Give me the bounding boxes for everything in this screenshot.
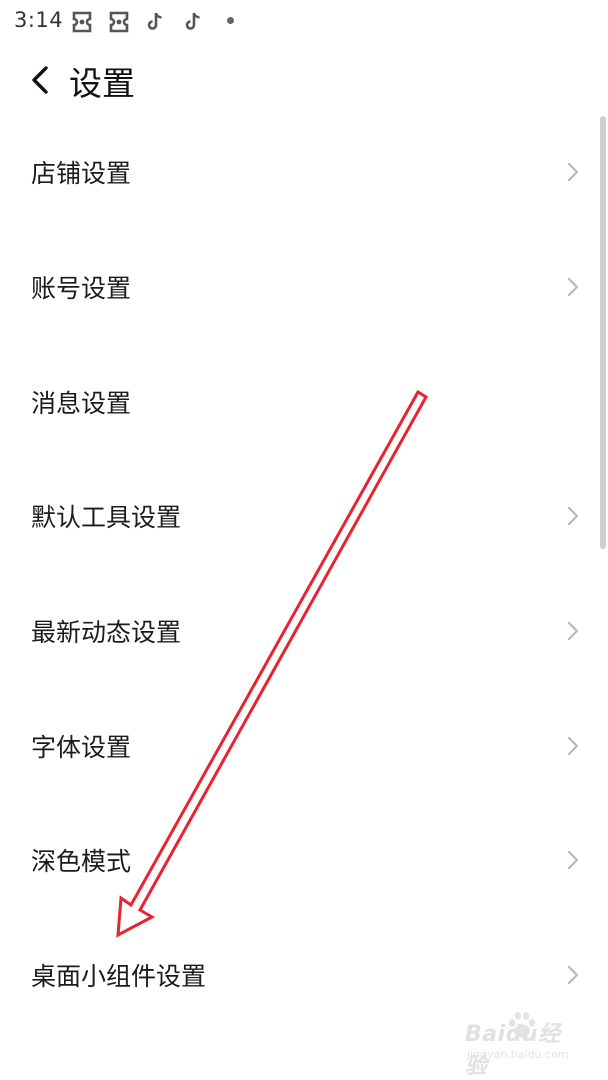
chevron-right-icon — [568, 622, 578, 641]
status-bar: 3:14 — [0, 0, 608, 44]
chevron-right-icon — [568, 736, 578, 755]
scrollbar[interactable] — [600, 116, 606, 549]
notification-dot-icon — [227, 17, 234, 24]
page-title: 设置 — [69, 64, 135, 103]
chevron-right-icon — [568, 966, 578, 985]
baidu-watermark: Baidu经验 jingyan.baidu.com — [465, 1010, 580, 1079]
settings-item-label: 桌面小组件设置 — [31, 962, 207, 992]
settings-item-font[interactable]: 字体设置 — [0, 688, 608, 803]
tiktok-icon — [185, 12, 203, 36]
watermark-url: jingyan.baidu.com — [467, 1048, 569, 1061]
settings-item-latest-activity[interactable]: 最新动态设置 — [0, 574, 608, 689]
settings-item-label: 深色模式 — [31, 847, 132, 877]
tiktok-icon — [147, 12, 165, 36]
settings-item-label: 消息设置 — [31, 388, 132, 418]
chevron-right-icon — [568, 278, 578, 297]
settings-item-label: 店铺设置 — [31, 159, 132, 189]
header: 设置 — [0, 50, 608, 110]
settings-item-message[interactable]: 消息设置 — [0, 344, 608, 459]
settings-item-label: 字体设置 — [31, 732, 132, 762]
ticket-icon — [107, 10, 131, 38]
status-time: 3:14 — [14, 8, 64, 32]
chevron-right-icon — [568, 507, 578, 526]
settings-item-account[interactable]: 账号设置 — [0, 230, 608, 345]
chevron-left-icon — [32, 66, 48, 94]
settings-item-default-tools[interactable]: 默认工具设置 — [0, 459, 608, 574]
ticket-icon — [70, 10, 94, 38]
settings-item-label: 默认工具设置 — [31, 503, 182, 533]
settings-item-label: 最新动态设置 — [31, 618, 182, 648]
settings-item-label: 账号设置 — [31, 274, 132, 304]
settings-item-store[interactable]: 店铺设置 — [0, 115, 608, 230]
chevron-right-icon — [568, 851, 578, 870]
settings-list: 店铺设置 账号设置 消息设置 默认工具设置 最新动态设置 字体设置 深色模式 桌… — [0, 115, 608, 1033]
chevron-right-icon — [568, 163, 578, 182]
back-button[interactable] — [20, 58, 60, 102]
settings-item-dark-mode[interactable]: 深色模式 — [0, 803, 608, 918]
